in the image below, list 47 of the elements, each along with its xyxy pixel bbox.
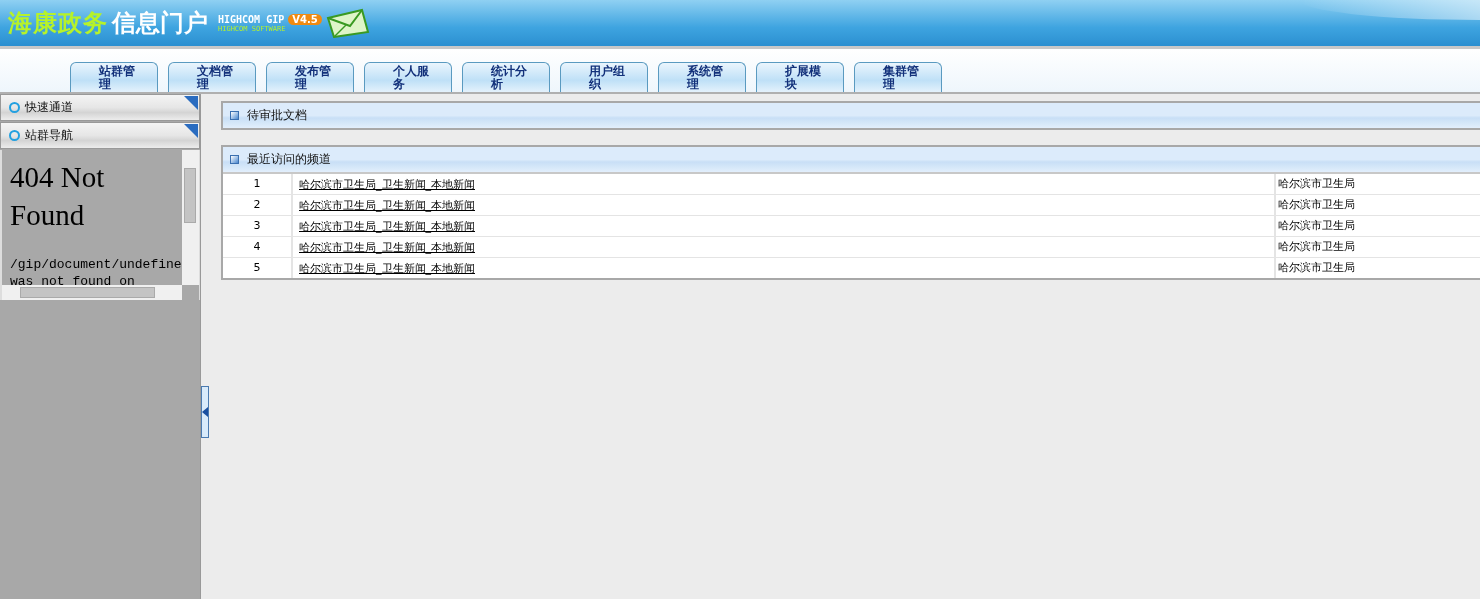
brand-name: HIGHCOM GIP <box>218 13 285 25</box>
circle-icon <box>9 130 20 141</box>
channel-link[interactable]: 哈尔滨市卫生局_卫生新闻_本地新闻 <box>299 198 475 212</box>
section-label: 快速通道 <box>25 99 73 116</box>
nav-tab[interactable]: 站群管理 <box>70 62 158 92</box>
accordion-header[interactable]: 快速通道 <box>0 94 200 121</box>
nav-tab[interactable]: 文档管理 <box>168 62 256 92</box>
row-number: 3 <box>223 216 293 236</box>
horizontal-scrollbar[interactable] <box>2 285 182 300</box>
nav-tab[interactable]: 集群管理 <box>854 62 942 92</box>
nav-tab[interactable]: 系统管理 <box>658 62 746 92</box>
collapse-handle[interactable] <box>201 385 209 438</box>
corner-icon <box>184 96 198 110</box>
site-name: 哈尔滨市卫生局 <box>1274 216 1355 236</box>
nav-tab[interactable]: 统计分析 <box>462 62 550 92</box>
channel-link[interactable]: 哈尔滨市卫生局_卫生新闻_本地新闻 <box>299 219 475 233</box>
envelope-icon <box>325 8 370 38</box>
site-name: 哈尔滨市卫生局 <box>1274 237 1355 257</box>
row-number: 4 <box>223 237 293 257</box>
accordion-header[interactable]: 站群导航 <box>0 122 200 149</box>
logo-text: 海康政务 <box>8 8 108 39</box>
channel-link[interactable]: 哈尔滨市卫生局_卫生新闻_本地新闻 <box>299 240 475 254</box>
section-label: 站群导航 <box>25 127 73 144</box>
channel-link[interactable]: 哈尔滨市卫生局_卫生新闻_本地新闻 <box>299 177 475 191</box>
row-number: 1 <box>223 174 293 194</box>
row-number: 2 <box>223 195 293 215</box>
error-heading: 404 Not Found <box>10 160 106 233</box>
square-icon <box>230 155 239 164</box>
nav-tab[interactable]: 个人服务 <box>364 62 452 92</box>
square-icon <box>230 111 239 120</box>
nav-tab[interactable]: 发布管理 <box>266 62 354 92</box>
nav-tab[interactable]: 扩展模块 <box>756 62 844 92</box>
logo-subtitle: 信息门户 <box>112 8 208 39</box>
circle-icon <box>9 102 20 113</box>
site-name: 哈尔滨市卫生局 <box>1274 195 1355 215</box>
panel-title: 待审批文档 <box>247 107 307 124</box>
nav-tab[interactable]: 用户组织 <box>560 62 648 92</box>
panel-title: 最近访问的频道 <box>247 151 331 168</box>
site-name: 哈尔滨市卫生局 <box>1274 258 1355 278</box>
vertical-scrollbar[interactable] <box>182 150 199 285</box>
error-path: /gip/document/undefine <box>10 256 183 273</box>
channel-link[interactable]: 哈尔滨市卫生局_卫生新闻_本地新闻 <box>299 261 475 275</box>
version-badge: V4.5 <box>288 13 322 25</box>
corner-icon <box>184 124 198 138</box>
error-message: was not found on <box>10 273 136 290</box>
row-number: 5 <box>223 258 293 278</box>
site-name: 哈尔滨市卫生局 <box>1274 174 1355 194</box>
